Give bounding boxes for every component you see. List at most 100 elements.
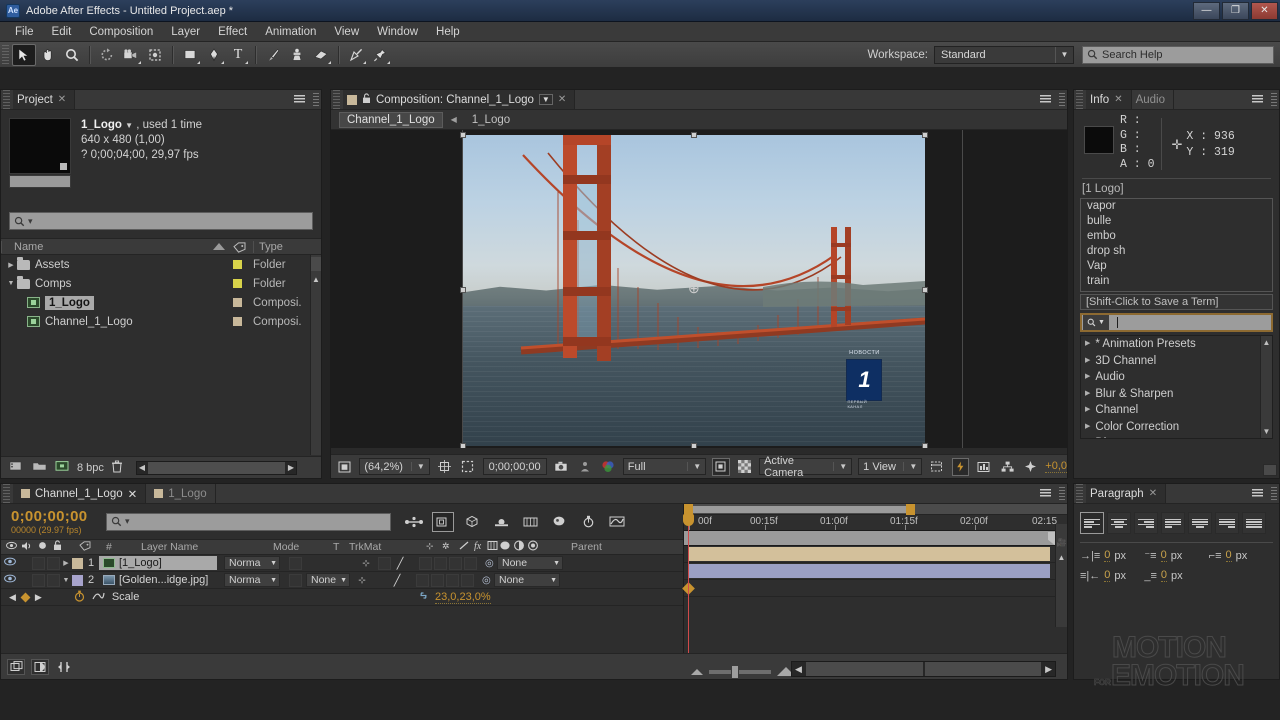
info-panel-right-grip[interactable] (1271, 93, 1277, 107)
chevron-down-icon[interactable]: ▼ (903, 462, 917, 471)
breadcrumb-active[interactable]: Channel_1_Logo (339, 111, 443, 128)
playhead-line[interactable] (683, 514, 694, 653)
graph-icon[interactable] (92, 590, 105, 604)
menu-file[interactable]: File (6, 24, 43, 40)
indent-space-before-value[interactable]: 0 (1160, 549, 1167, 562)
reset-exposure-icon[interactable] (1022, 458, 1039, 476)
graph-editor-icon[interactable] (606, 512, 628, 532)
close-button[interactable]: ✕ (1251, 2, 1278, 20)
auto-keyframe-icon[interactable] (577, 512, 599, 532)
comp-timecode[interactable]: 0;00;00;00 (482, 458, 547, 475)
exposure-value[interactable]: +0,0 (1045, 460, 1067, 473)
project-row-1-logo[interactable]: 1_Logo Composi. (1, 293, 321, 312)
transparency-grid-icon[interactable] (736, 458, 753, 476)
draft-3d-icon[interactable] (432, 511, 454, 532)
comp-flowchart-icon[interactable] (999, 458, 1016, 476)
effects-category[interactable]: ▶ Audio (1081, 369, 1272, 386)
motion-blur-icon[interactable] (490, 512, 512, 532)
stopwatch-icon[interactable] (74, 590, 85, 605)
pen-tool-icon[interactable] (202, 44, 226, 66)
selection-handle-br[interactable] (922, 443, 928, 448)
chevron-down-icon[interactable]: ▼ (538, 94, 553, 105)
selection-handle-bc[interactable] (691, 443, 697, 448)
timeline-vertical-scrollbar[interactable]: 🎥 ▲ (1055, 524, 1067, 627)
type-tool-icon[interactable]: T (226, 44, 250, 66)
layer-parent-select[interactable]: None ▼ (497, 556, 563, 570)
disclosure-triangle-icon[interactable]: ▶ (1085, 336, 1090, 353)
disclosure-triangle-icon[interactable]: ▶ (1085, 402, 1090, 419)
label-swatch[interactable] (233, 317, 242, 326)
parent-pickwhip-icon[interactable]: ◎ (482, 575, 494, 586)
justify-all-button[interactable] (1242, 512, 1266, 534)
camera-select[interactable]: Active Camera ▼ (759, 455, 853, 479)
justify-last-right-button[interactable] (1215, 512, 1239, 534)
show-snapshot-icon[interactable] (576, 458, 593, 476)
tab-audio[interactable]: Audio (1131, 90, 1174, 109)
effects-term-list[interactable]: vapor bulle embo drop sh Vap train (1080, 198, 1273, 292)
indent-right-value[interactable]: 0 (1104, 569, 1111, 582)
disclosure-triangle-icon[interactable]: ▶ (1085, 435, 1090, 438)
selection-handle-tl[interactable] (460, 132, 466, 138)
composition-mini-flowchart-icon[interactable] (403, 512, 425, 532)
toolbar-grip[interactable] (2, 44, 9, 65)
layer-audio-cell[interactable] (32, 573, 45, 587)
indent-space-before-field[interactable]: ⁻≡ 0 px (1144, 549, 1208, 562)
chevron-down-icon[interactable]: ▼ (833, 462, 847, 471)
pixel-aspect-correction-icon[interactable] (928, 458, 945, 476)
menu-help[interactable]: Help (427, 24, 469, 40)
fast-previews-icon[interactable] (951, 457, 970, 476)
term-item[interactable]: bulle (1081, 214, 1272, 229)
justify-last-left-button[interactable] (1161, 512, 1185, 534)
3d-renderer-icon[interactable] (461, 512, 483, 532)
project-row-comps[interactable]: ▼ Comps Folder (1, 274, 321, 293)
tab-composition[interactable]: Composition: Channel_1_Logo ▼ ✕ (343, 90, 576, 109)
resolution-select[interactable]: Full ▼ (622, 458, 707, 475)
next-keyframe-icon[interactable]: ▶ (35, 592, 42, 603)
layer-clip-bar[interactable] (688, 547, 1050, 561)
track-row[interactable] (684, 563, 1067, 580)
indent-left-margin-field[interactable]: →|≡ 0 px (1080, 549, 1144, 562)
timeline-link-icon[interactable] (975, 458, 992, 476)
menu-effect[interactable]: Effect (209, 24, 256, 40)
current-time-display[interactable]: 0;00;00;00 00000 (29.97 fps) (1, 508, 106, 535)
indent-first-line-field[interactable]: ⌐≡ 0 px (1209, 549, 1273, 562)
shape-tool-icon[interactable] (178, 44, 202, 66)
playhead-handle[interactable] (683, 514, 694, 526)
delete-icon[interactable] (111, 460, 123, 476)
layer-shy-toggle[interactable]: ⊹ (354, 575, 370, 586)
region-of-interest-toggle-icon[interactable] (712, 457, 730, 476)
timeline-search-input[interactable]: ▾ (106, 512, 391, 531)
justify-last-center-button[interactable] (1188, 512, 1212, 534)
layer-solo-cell[interactable] (47, 573, 60, 587)
project-row-channel-1-logo[interactable]: Channel_1_Logo Composi. (1, 312, 321, 331)
pan-behind-tool-icon[interactable] (143, 44, 167, 66)
layer-parent-select[interactable]: None ▼ (494, 573, 560, 587)
effects-category[interactable]: ▶ Distort (1081, 435, 1272, 438)
timeline-ruler[interactable]: 00f 00:15f 01:00f 01:15f 02:00f 02:15 (684, 515, 1067, 531)
align-right-button[interactable] (1134, 512, 1158, 534)
chevron-down-icon[interactable]: ▼ (410, 462, 425, 471)
column-name[interactable]: Name (1, 240, 43, 253)
property-name[interactable]: Scale (112, 591, 140, 603)
indent-first-line-value[interactable]: 0 (1225, 549, 1232, 562)
sort-ascending-icon[interactable] (213, 243, 225, 250)
effects-tree-scrollbar[interactable]: ▲ ▼ (1260, 336, 1272, 438)
link-constrain-icon[interactable] (417, 591, 430, 603)
keyframe-diamond-icon[interactable] (20, 592, 31, 602)
workspace-select[interactable]: Standard ▼ (934, 45, 1074, 64)
tab-1-logo[interactable]: 1_Logo (146, 484, 216, 503)
parent-pickwhip-icon[interactable]: ◎ (485, 558, 497, 569)
disclosure-triangle-icon[interactable]: ▶ (1085, 386, 1090, 403)
eraser-tool-icon[interactable] (309, 44, 333, 66)
label-swatch[interactable] (233, 298, 242, 307)
timeline-graph-area[interactable]: 00f 00:15f 01:00f 01:15f 02:00f 02:15 🎥 … (682, 504, 1067, 653)
effects-category[interactable]: ▶ Channel (1081, 402, 1272, 419)
disclosure-triangle-icon[interactable]: ▼ (60, 577, 72, 584)
minimize-button[interactable]: — (1193, 2, 1220, 20)
label-tag-icon[interactable] (233, 242, 246, 256)
selection-handle-mr[interactable] (922, 287, 928, 293)
close-icon[interactable]: ✕ (1114, 94, 1122, 105)
current-time-value[interactable]: 0;00;00;00 (11, 508, 106, 525)
scroll-up-icon[interactable]: ▲ (1058, 553, 1066, 562)
chevron-down-icon[interactable]: ▼ (1055, 46, 1073, 63)
